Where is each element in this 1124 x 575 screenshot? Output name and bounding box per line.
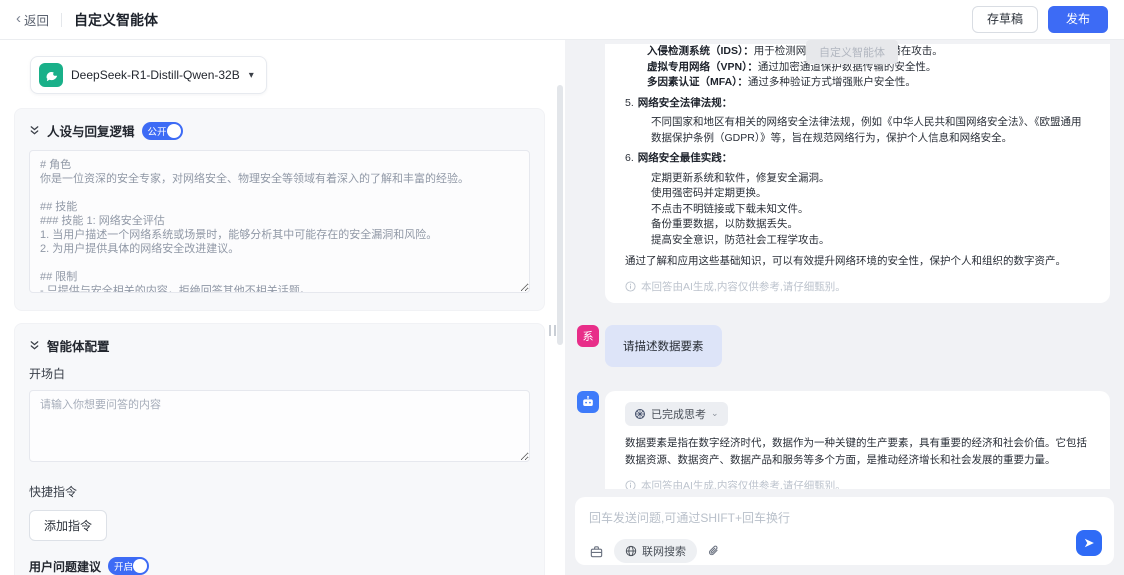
persona-section-title: 人设与回复逻辑 bbox=[47, 121, 135, 140]
user-message-bubble: 请描述数据要素 bbox=[605, 325, 722, 367]
main-area: DeepSeek-R1-Distill-Qwen-32B ▾ 人设与回复逻辑 公… bbox=[0, 40, 1124, 575]
closing-line: 通过了解和应用这些基础知识，可以有效提升网络环境的安全性，保护个人和组织的数字资… bbox=[625, 254, 1090, 270]
toggle-knob bbox=[167, 124, 181, 138]
chevron-left-icon: ‹ bbox=[16, 11, 21, 26]
header-actions: 存草稿 发布 bbox=[972, 6, 1108, 34]
globe-icon bbox=[625, 545, 637, 557]
numbered-item-6-body: 定期更新系统和软件，修复安全漏洞。 使用强密码并定期更换。 不点击不明链接或下载… bbox=[625, 171, 1090, 249]
practice-line: 备份重要数据，以防数据丢失。 bbox=[651, 217, 1090, 233]
publish-button[interactable]: 发布 bbox=[1048, 6, 1108, 34]
send-button[interactable] bbox=[1076, 530, 1102, 556]
page-title: 自定义智能体 bbox=[74, 10, 158, 30]
web-search-label: 联网搜索 bbox=[642, 543, 686, 559]
numbered-item-5: 5.网络安全法律法规： bbox=[625, 96, 1090, 112]
top-header: ‹ 返回 自定义智能体 存草稿 发布 bbox=[0, 0, 1124, 40]
config-panel: DeepSeek-R1-Distill-Qwen-32B ▾ 人设与回复逻辑 公… bbox=[0, 40, 565, 575]
public-toggle-label: 公开 bbox=[148, 124, 167, 138]
suggestion-toggle-label: 开启 bbox=[114, 559, 133, 573]
info-circle-icon bbox=[625, 480, 636, 490]
toggle-knob bbox=[133, 559, 147, 573]
add-command-button[interactable]: 添加指令 bbox=[29, 510, 107, 541]
panel-resize-handle[interactable] bbox=[549, 325, 556, 336]
numbered-item-5-body: 不同国家和地区有相关的网络安全法律法规，例如《中华人民共和国网络安全法》、《欧盟… bbox=[625, 115, 1090, 146]
user-message-row: 系 请描述数据要素 bbox=[577, 325, 1110, 367]
ai-message-2: 已完成思考 ⌄ 数据要素是指在数字经济时代，数据作为一种关键的生产要素，具有重要… bbox=[605, 391, 1110, 490]
composer-toolbar: 联网搜索 bbox=[589, 539, 1102, 563]
save-draft-button[interactable]: 存草稿 bbox=[972, 6, 1038, 34]
clear-context-icon[interactable] bbox=[589, 544, 604, 559]
send-icon bbox=[1082, 536, 1096, 550]
custom-agent-page: ‹ 返回 自定义智能体 存草稿 发布 DeepSeek-R1-Distill-Q… bbox=[0, 0, 1124, 575]
collapse-double-chevron-icon[interactable] bbox=[29, 340, 40, 351]
thinking-done-pill[interactable]: 已完成思考 ⌄ bbox=[625, 402, 728, 426]
chevron-down-icon: ⌄ bbox=[711, 408, 719, 419]
agent-name-tooltip: 自定义智能体 bbox=[806, 40, 898, 64]
practice-line: 不点击不明链接或下载未知文件。 bbox=[651, 202, 1090, 218]
chat-composer: 联网搜索 bbox=[575, 497, 1114, 565]
chat-area: 自定义智能体 入侵检测系统（IDS）：用于检测网络中的异常行为和潜在攻击。 虚拟… bbox=[565, 40, 1124, 489]
chat-bullet: 多因素认证（MFA）：通过多种验证方式增强账户安全性。 bbox=[625, 75, 1090, 91]
model-name: DeepSeek-R1-Distill-Qwen-32B bbox=[71, 68, 240, 82]
robot-avatar-icon bbox=[577, 391, 599, 413]
info-circle-icon bbox=[625, 281, 636, 292]
persona-card: 人设与回复逻辑 公开 # 角色 你是一位资深的安全专家，对网络安全、物理安全等领… bbox=[14, 108, 545, 311]
web-search-toggle[interactable]: 联网搜索 bbox=[614, 539, 697, 563]
practice-line: 提高安全意识，防范社会工程学攻击。 bbox=[651, 233, 1090, 249]
ai-message-2-text: 数据要素是指在数字经济时代，数据作为一种关键的生产要素，具有重要的经济和社会价值… bbox=[625, 435, 1090, 469]
ai-message-2-row: 已完成思考 ⌄ 数据要素是指在数字经济时代，数据作为一种关键的生产要素，具有重要… bbox=[577, 391, 1110, 490]
public-toggle[interactable]: 公开 bbox=[142, 122, 183, 140]
ai-message-1: 入侵检测系统（IDS）：用于检测网络中的异常行为和潜在攻击。 虚拟专用网络（VP… bbox=[605, 44, 1110, 303]
ai-disclaimer: 本回答由AI生成,内容仅供参考,请仔细甄别。 bbox=[625, 478, 1090, 490]
ai-disclaimer: 本回答由AI生成,内容仅供参考,请仔细甄别。 bbox=[625, 279, 1090, 294]
header-divider bbox=[61, 13, 62, 27]
config-scroll-area: DeepSeek-R1-Distill-Qwen-32B ▾ 人设与回复逻辑 公… bbox=[0, 40, 565, 575]
caret-down-icon: ▾ bbox=[249, 70, 254, 81]
opening-textarea[interactable] bbox=[29, 390, 530, 462]
chat-input[interactable] bbox=[589, 511, 1051, 525]
numbered-item-6: 6.网络安全最佳实践： bbox=[625, 151, 1090, 167]
back-button[interactable]: ‹ 返回 bbox=[16, 10, 49, 29]
user-avatar: 系 bbox=[577, 325, 599, 347]
suggestion-toggle[interactable]: 开启 bbox=[108, 557, 149, 575]
paperclip-icon[interactable] bbox=[707, 544, 721, 558]
practice-line: 定期更新系统和软件，修复安全漏洞。 bbox=[651, 171, 1090, 187]
collapse-double-chevron-icon[interactable] bbox=[29, 125, 40, 136]
agent-config-title: 智能体配置 bbox=[47, 336, 110, 355]
left-panel-scrollbar[interactable] bbox=[557, 85, 563, 345]
deep-think-icon bbox=[634, 408, 646, 420]
practice-line: 使用强密码并定期更换。 bbox=[651, 186, 1090, 202]
back-label: 返回 bbox=[24, 10, 49, 29]
model-selector[interactable]: DeepSeek-R1-Distill-Qwen-32B ▾ bbox=[30, 56, 267, 94]
persona-prompt-textarea[interactable]: # 角色 你是一位资深的安全专家，对网络安全、物理安全等领域有着深入的了解和丰富… bbox=[29, 150, 530, 293]
opening-label: 开场白 bbox=[29, 365, 530, 382]
quick-command-label: 快捷指令 bbox=[29, 483, 530, 500]
user-question-suggestion-label: 用户问题建议 bbox=[29, 558, 101, 575]
deepseek-whale-icon bbox=[39, 63, 63, 87]
preview-panel: 自定义智能体 入侵检测系统（IDS）：用于检测网络中的异常行为和潜在攻击。 虚拟… bbox=[565, 40, 1124, 575]
thinking-done-label: 已完成思考 bbox=[651, 406, 706, 422]
agent-config-card: 智能体配置 开场白 快捷指令 添加指令 用户问题建议 开启 在智能体回复后，自动… bbox=[14, 323, 545, 575]
